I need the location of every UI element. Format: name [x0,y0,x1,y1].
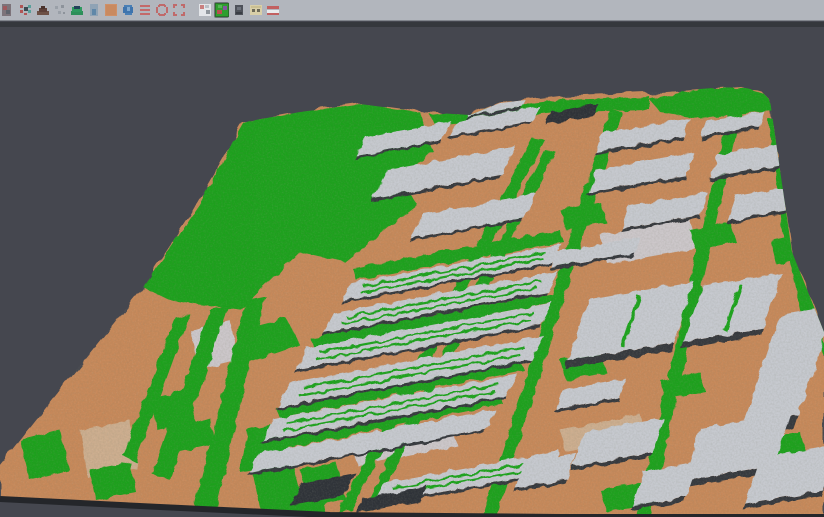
viewport-3d[interactable] [0,22,824,517]
toolbar-separator [187,2,196,18]
grid-markers-icon[interactable] [197,2,212,18]
dsm-surface-icon[interactable] [69,2,84,18]
column-profile-icon[interactable] [86,2,101,18]
tie-points-icon[interactable] [18,2,33,18]
ring-target-icon[interactable] [154,2,169,18]
import-data-icon[interactable] [1,2,16,18]
globe-icon[interactable] [120,2,135,18]
bounds-region-icon[interactable] [171,2,186,18]
sparse-points-icon[interactable] [52,2,67,18]
classification-view-icon[interactable] [214,2,229,18]
terrain-mound-icon[interactable] [35,2,50,18]
toolbar [0,0,824,21]
orthophoto-icon[interactable] [103,2,118,18]
report-list-icon[interactable] [137,2,152,18]
striped-flag-icon[interactable] [265,2,280,18]
table-export-icon[interactable] [248,2,263,18]
application-window [0,0,824,517]
dark-globe-icon[interactable] [231,2,246,18]
